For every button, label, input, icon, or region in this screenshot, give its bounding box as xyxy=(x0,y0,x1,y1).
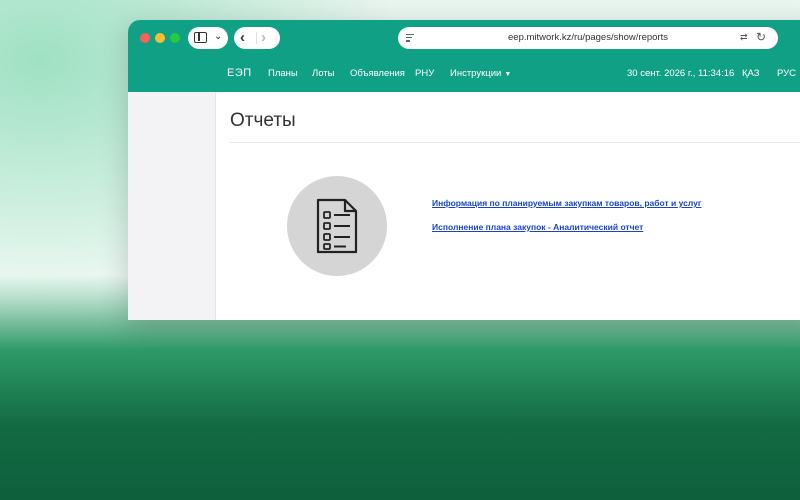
page-content: Отчеты Информация по планируемым закупка… xyxy=(128,92,800,320)
reload-icon[interactable]: ↻ xyxy=(756,30,766,44)
left-gutter xyxy=(128,92,216,320)
report-link-planned-purchases[interactable]: Информация по планируемым закупкам товар… xyxy=(432,198,701,208)
nav-separator xyxy=(256,32,257,44)
back-button[interactable]: ‹ xyxy=(240,29,245,46)
chevron-down-icon: ⌄ xyxy=(214,31,223,42)
nav-item-announcements[interactable]: Объявления xyxy=(350,68,405,79)
address-bar[interactable]: eep.mitwork.kz/ru/pages/show/reports ⇄ ↻ xyxy=(398,27,778,49)
url-text[interactable]: eep.mitwork.kz/ru/pages/show/reports xyxy=(398,32,778,43)
report-illustration xyxy=(287,176,387,276)
browser-window: ⌄ ‹ › eep.mitwork.kz/ru/pages/show/repor… xyxy=(128,20,800,320)
minimize-window-button[interactable] xyxy=(155,33,165,43)
page-title: Отчеты xyxy=(230,110,296,131)
history-nav: ‹ › xyxy=(234,27,280,49)
nav-item-instructions-label: Инструкции xyxy=(450,68,502,79)
datetime-display: 30 сент. 2026 г., 11:34:16 xyxy=(627,68,735,79)
forward-button[interactable]: › xyxy=(261,29,266,46)
lang-ru-button[interactable]: РУС xyxy=(777,68,796,79)
zoom-window-button[interactable] xyxy=(170,33,180,43)
nav-item-plans[interactable]: Планы xyxy=(268,68,298,79)
sidebar-toggle-button[interactable]: ⌄ xyxy=(188,27,228,49)
lang-kz-button[interactable]: ҚАЗ xyxy=(742,68,760,79)
site-navbar: ЕЭП Планы Лоты Объявления РНУ Инструкции… xyxy=(128,56,800,92)
translate-icon[interactable]: ⇄ xyxy=(740,32,748,43)
site-brand[interactable]: ЕЭП xyxy=(227,67,252,79)
caret-down-icon: ▼ xyxy=(504,71,512,78)
report-link-plan-execution[interactable]: Исполнение плана закупок - Аналитический… xyxy=(432,222,643,232)
nav-item-instructions[interactable]: Инструкции ▼ xyxy=(450,68,511,79)
browser-toolbar: ⌄ ‹ › eep.mitwork.kz/ru/pages/show/repor… xyxy=(128,20,800,56)
report-document-icon xyxy=(316,198,358,254)
title-divider xyxy=(230,142,800,143)
nav-item-rnu[interactable]: РНУ xyxy=(415,68,434,79)
sidebar-icon xyxy=(194,32,207,43)
close-window-button[interactable] xyxy=(140,33,150,43)
nav-item-lots[interactable]: Лоты xyxy=(312,68,335,79)
